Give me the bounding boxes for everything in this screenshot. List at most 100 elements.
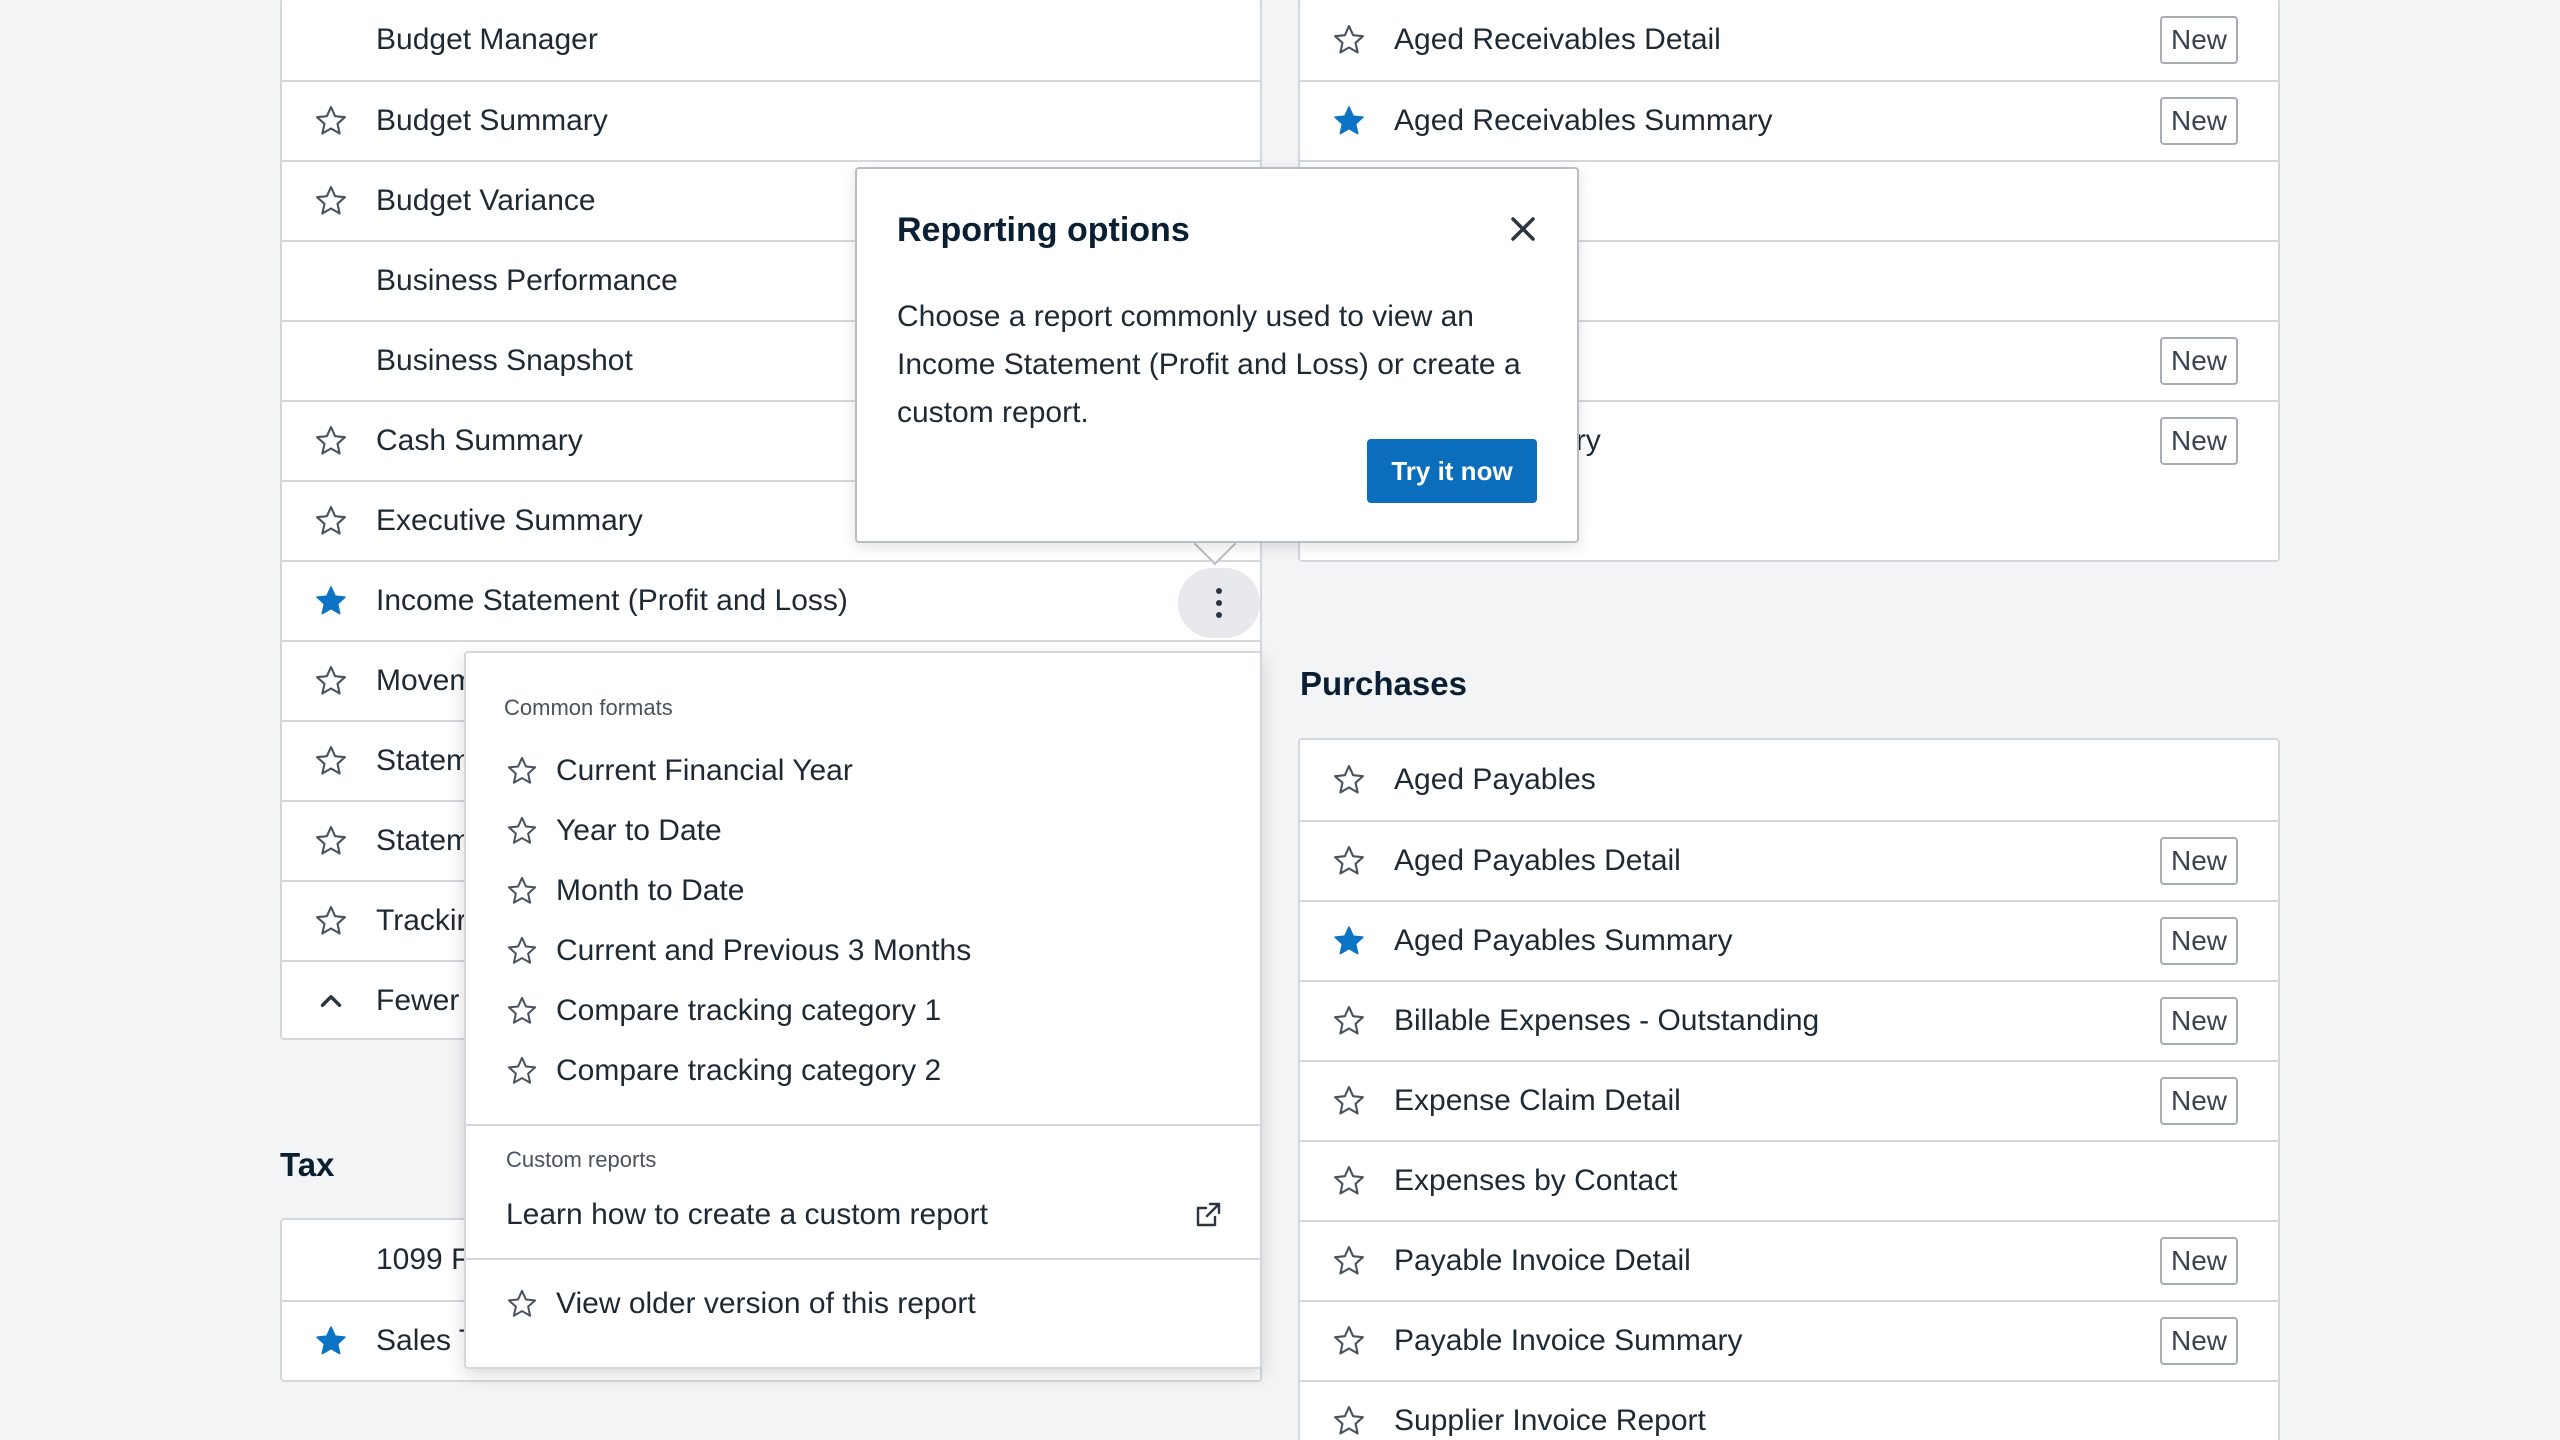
- report-row[interactable]: Expense Claim Detail New: [1300, 1060, 2278, 1140]
- report-label[interactable]: Aged Payables Summary: [1394, 924, 1733, 958]
- new-badge: New: [2160, 97, 2238, 145]
- star-outline-icon[interactable]: [1330, 1242, 1368, 1280]
- star-outline-icon[interactable]: [312, 822, 350, 860]
- star-outline-icon[interactable]: [312, 662, 350, 700]
- menu-format-item[interactable]: Month to Date: [504, 865, 1240, 917]
- view-older-version-label: View older version of this report: [556, 1287, 976, 1320]
- menu-divider: [466, 1258, 1260, 1260]
- new-badge: New: [2160, 337, 2238, 385]
- menu-format-label: Compare tracking category 2: [556, 1054, 942, 1087]
- report-label[interactable]: Expenses by Contact: [1394, 1164, 1678, 1198]
- report-row[interactable]: Aged Receivables Summary New: [1300, 80, 2278, 160]
- report-label[interactable]: Cash Summary: [376, 424, 583, 458]
- chevron-up-icon[interactable]: [312, 982, 350, 1020]
- star-filled-icon[interactable]: [312, 582, 350, 620]
- star-outline-icon[interactable]: [504, 1286, 540, 1322]
- report-label[interactable]: Business Performance: [376, 264, 678, 298]
- star-outline-icon[interactable]: [1330, 761, 1368, 799]
- star-outline-icon[interactable]: [1330, 21, 1368, 59]
- menu-format-item[interactable]: Current and Previous 3 Months: [504, 925, 1240, 977]
- report-label[interactable]: Supplier Invoice Report: [1394, 1404, 1706, 1438]
- report-label[interactable]: Sales T: [376, 1324, 477, 1358]
- report-label[interactable]: Business Snapshot: [376, 344, 633, 378]
- star-outline-icon[interactable]: [1330, 1082, 1368, 1120]
- menu-format-label: Compare tracking category 1: [556, 994, 942, 1027]
- report-row[interactable]: Aged Receivables Detail New: [1300, 0, 2278, 80]
- view-older-version-item[interactable]: View older version of this report: [504, 1278, 1240, 1330]
- report-row[interactable]: Aged Payables Summary New: [1300, 900, 2278, 980]
- report-label[interactable]: Aged Payables Detail: [1394, 844, 1681, 878]
- new-badge: New: [2160, 1317, 2238, 1365]
- menu-format-item[interactable]: Compare tracking category 1: [504, 985, 1240, 1037]
- custom-reports-caption: Custom reports: [506, 1147, 657, 1172]
- star-outline-icon[interactable]: [1330, 1162, 1368, 1200]
- star-outline-icon[interactable]: [312, 502, 350, 540]
- star-outline-icon[interactable]: [504, 873, 540, 909]
- star-outline-icon[interactable]: [312, 422, 350, 460]
- purchases-section-title: Purchases: [1300, 665, 1467, 702]
- star-outline-icon[interactable]: [1330, 842, 1368, 880]
- star-outline-icon[interactable]: [312, 902, 350, 940]
- star-outline-icon[interactable]: [1330, 1402, 1368, 1440]
- report-row[interactable]: Budget Summary: [282, 80, 1260, 160]
- report-row[interactable]: Income Statement (Profit and Loss): [282, 560, 1260, 640]
- try-it-now-button[interactable]: Try it now: [1367, 439, 1537, 503]
- report-label[interactable]: Income Statement (Profit and Loss): [376, 584, 848, 618]
- new-badge: New: [2160, 417, 2238, 465]
- report-row[interactable]: Aged Payables Detail New: [1300, 820, 2278, 900]
- star-outline-icon[interactable]: [1330, 1322, 1368, 1360]
- menu-format-label: Month to Date: [556, 874, 745, 907]
- star-filled-icon[interactable]: [312, 1322, 350, 1360]
- report-label[interactable]: Budget Variance: [376, 184, 596, 218]
- report-label[interactable]: Executive Summary: [376, 504, 643, 538]
- report-row[interactable]: Budget Manager: [282, 0, 1260, 80]
- report-label[interactable]: Statem: [376, 744, 471, 778]
- report-row[interactable]: Expenses by Contact: [1300, 1140, 2278, 1220]
- star-outline-icon[interactable]: [312, 182, 350, 220]
- close-icon[interactable]: [1507, 213, 1539, 245]
- menu-format-item[interactable]: Year to Date: [504, 805, 1240, 857]
- purchases-list: Aged Payables Aged Payables Detail New Aged…: [1298, 738, 2280, 1440]
- star-outline-icon[interactable]: [504, 753, 540, 789]
- report-row[interactable]: Payable Invoice Summary New: [1300, 1300, 2278, 1380]
- more-options-icon[interactable]: [1178, 568, 1260, 638]
- report-label[interactable]: Payable Invoice Detail: [1394, 1244, 1691, 1278]
- star-filled-icon[interactable]: [1330, 102, 1368, 140]
- report-label[interactable]: Aged Payables: [1394, 763, 1596, 797]
- report-label[interactable]: Expense Claim Detail: [1394, 1084, 1681, 1118]
- report-label[interactable]: Budget Manager: [376, 23, 598, 57]
- report-label[interactable]: Budget Summary: [376, 104, 608, 138]
- report-label[interactable]: Statem: [376, 824, 471, 858]
- star-outline-icon[interactable]: [312, 102, 350, 140]
- star-outline-icon[interactable]: [504, 813, 540, 849]
- menu-divider: [466, 1124, 1260, 1126]
- popover-title: Reporting options: [897, 211, 1190, 249]
- report-row[interactable]: Payable Invoice Detail New: [1300, 1220, 2278, 1300]
- new-badge: New: [2160, 837, 2238, 885]
- star-filled-icon[interactable]: [1330, 922, 1368, 960]
- star-outline-icon[interactable]: [1330, 1002, 1368, 1040]
- report-label[interactable]: Billable Expenses - Outstanding: [1394, 1004, 1819, 1038]
- report-label[interactable]: Aged Receivables Summary: [1394, 104, 1773, 138]
- star-outline-icon[interactable]: [504, 933, 540, 969]
- star-outline-icon[interactable]: [312, 742, 350, 780]
- report-label[interactable]: Aged Receivables Detail: [1394, 23, 1721, 57]
- star-outline-icon[interactable]: [504, 993, 540, 1029]
- menu-format-label: Current Financial Year: [556, 754, 853, 787]
- report-row[interactable]: Aged Payables: [1300, 740, 2278, 820]
- report-label[interactable]: Fewer: [376, 984, 459, 1018]
- report-label[interactable]: Trackir: [376, 904, 467, 938]
- report-label[interactable]: 1099 F: [376, 1243, 469, 1277]
- menu-format-item[interactable]: Current Financial Year: [504, 745, 1240, 797]
- star-outline-icon[interactable]: [504, 1053, 540, 1089]
- menu-format-item[interactable]: Compare tracking category 2: [504, 1045, 1240, 1097]
- report-row[interactable]: Supplier Invoice Report: [1300, 1380, 2278, 1440]
- menu-format-label: Year to Date: [556, 814, 722, 847]
- learn-custom-report-link[interactable]: Learn how to create a custom report: [506, 1189, 1240, 1241]
- report-label[interactable]: Payable Invoice Summary: [1394, 1324, 1743, 1358]
- report-row[interactable]: Billable Expenses - Outstanding New: [1300, 980, 2278, 1060]
- menu-format-label: Current and Previous 3 Months: [556, 934, 972, 967]
- new-badge: New: [2160, 1237, 2238, 1285]
- report-label[interactable]: Movem: [376, 664, 474, 698]
- new-badge: New: [2160, 1077, 2238, 1125]
